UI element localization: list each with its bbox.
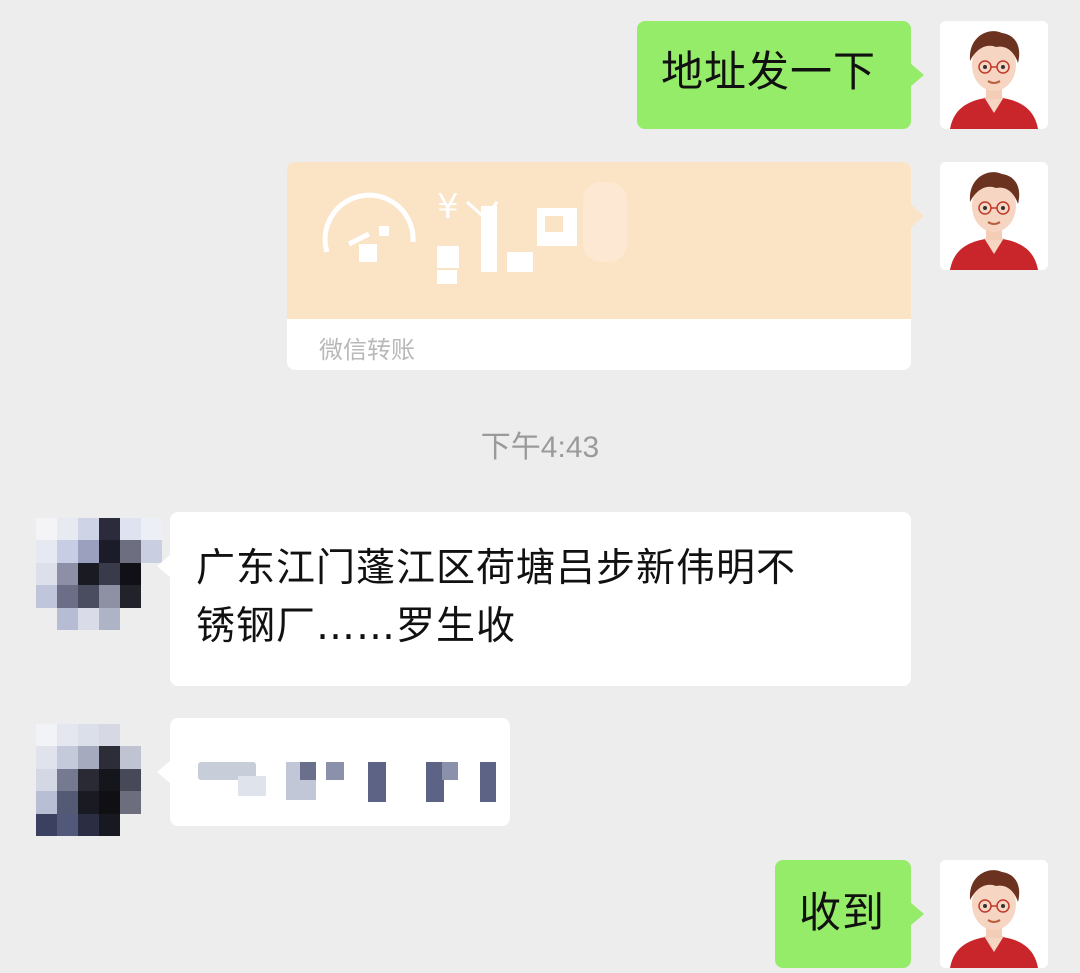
message-text-line2: 锈钢厂……罗生收: [196, 604, 517, 649]
cartoon-avatar-icon: [940, 860, 1048, 968]
contact-message-bubble[interactable]: 广东江门蓬江区荷塘吕步新伟明不 锈钢厂……罗生收: [157, 512, 911, 686]
my-avatar[interactable]: [940, 860, 1048, 968]
contact-avatar[interactable]: [36, 724, 162, 842]
my-message-bubble[interactable]: 收到: [775, 860, 924, 968]
cartoon-avatar-icon: [940, 21, 1048, 129]
my-message-bubble[interactable]: 地址发一下: [637, 21, 924, 129]
transfer-label: 微信转账: [319, 336, 415, 364]
message-text: 地址发一下: [661, 47, 877, 96]
transfer-card-header: ¥: [287, 162, 911, 319]
timestamp: 下午4:43: [480, 431, 600, 464]
redacted-message-bubble[interactable]: [157, 718, 510, 826]
transfer-icon: ¥: [322, 182, 627, 284]
message-text: 收到: [799, 888, 886, 937]
my-avatar[interactable]: [940, 21, 1048, 129]
amount-prefix: ¥: [437, 187, 459, 227]
contact-avatar[interactable]: [36, 518, 162, 630]
message-text-line1: 广东江门蓬江区荷塘吕步新伟明不: [196, 546, 797, 591]
redacted-text: [198, 762, 498, 806]
chat-window: 地址发一下 ¥ 微信转账 下午4:43 广东江门蓬江区荷塘吕步新伟明不 锈钢厂……: [0, 0, 1080, 973]
my-avatar[interactable]: [940, 162, 1048, 270]
transfer-card[interactable]: ¥ 微信转账: [287, 162, 924, 370]
cartoon-avatar-icon: [940, 162, 1048, 270]
